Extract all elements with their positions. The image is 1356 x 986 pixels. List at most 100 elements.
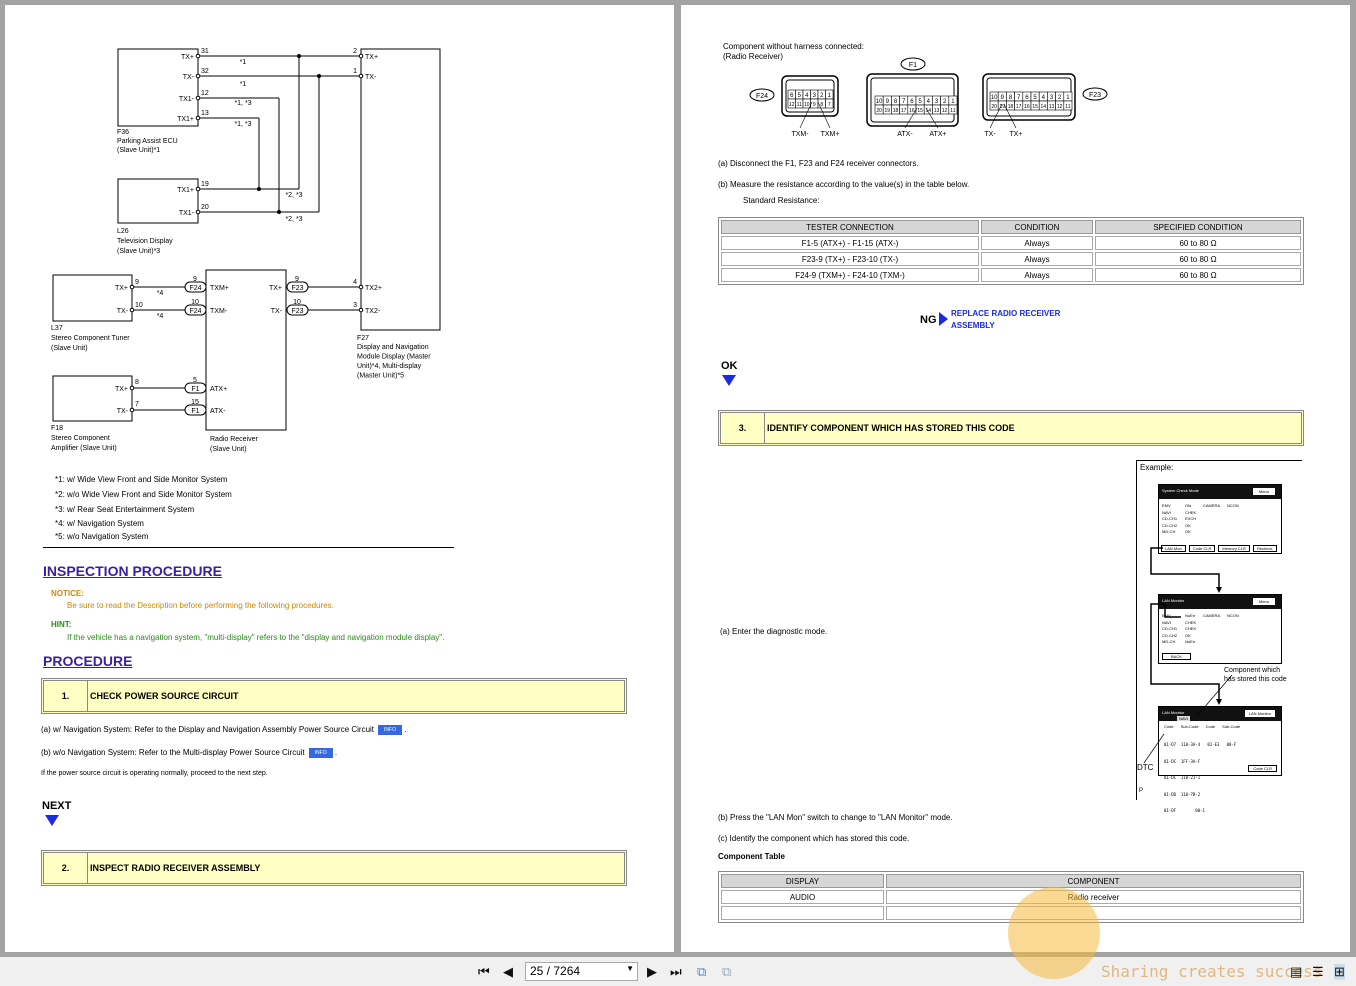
dropdown-icon[interactable]: ▼: [626, 964, 634, 973]
pin-number: 13: [934, 108, 940, 114]
component-unit: Amplifier (Slave Unit): [51, 445, 117, 452]
pin-number: 19: [885, 108, 891, 114]
pin-signal: TX+: [115, 386, 128, 393]
pin-number: 20: [201, 204, 209, 211]
step-1-note: If the power source circuit is operating…: [41, 770, 268, 777]
connector-diagram: 6 5 4 3 2 112 11 10 9 8 7TXM- TXM+F2410 9 8 7 6 5 4 3 2 120 1…: [749, 57, 1108, 138]
page-number-input[interactable]: 25 / 7264 ▼: [525, 962, 638, 981]
pin-number: 15: [191, 399, 199, 406]
footnote: *1: w/ Wide View Front and Side Monitor …: [55, 475, 228, 484]
table-header-row: TESTER CONNECTION CONDITION SPECIFIED CO…: [721, 220, 1301, 234]
cell: Always: [981, 236, 1093, 250]
pin-signal: TX+: [365, 54, 378, 61]
cell: Radio receiver: [886, 890, 1301, 904]
pin-number: 20: [876, 108, 882, 114]
pin-terminal: [195, 95, 201, 101]
pin-number: 12: [942, 108, 948, 114]
pin-number: 10: [191, 299, 199, 306]
component-name: Stereo Component Tuner: [51, 335, 130, 342]
pin-label: TX+: [1009, 131, 1022, 138]
right-arrow-icon: [939, 312, 948, 326]
fit-width-icon[interactable]: ⧉: [722, 964, 731, 980]
pin-number: 13: [201, 110, 209, 117]
pin-number: 7: [135, 401, 139, 408]
component-name: Parking Assist ECU: [117, 138, 178, 145]
pin-terminal: [195, 186, 201, 192]
pin-terminal: [129, 307, 135, 313]
junction-dot: [257, 187, 261, 191]
dtc-row: 01-DF 00-1: [1164, 808, 1205, 813]
connector-label: F1: [191, 386, 199, 393]
info-button[interactable]: INFO: [378, 725, 402, 735]
table-row: F1-5 (ATX+) - F1-15 (ATX-) Always 60 to …: [721, 236, 1301, 250]
left-page: TX+ 31 TX- 32 TX1- 12 TX1+ 13 F36 Parking Assist …: [5, 5, 674, 952]
step-1-header: 1. CHECK POWER SOURCE CIRCUIT: [41, 678, 627, 714]
component-name: (Master Unit)*5: [357, 373, 404, 380]
pin-terminal: [129, 284, 135, 290]
right-page: Component without harness connected: (Ra…: [681, 5, 1350, 952]
replace-radio-receiver-link[interactable]: REPLACE RADIO RECEIVER ASSEMBLY: [951, 308, 1060, 332]
junction-dot: [317, 74, 321, 78]
last-page-button[interactable]: ⏭: [670, 964, 682, 980]
ng-label: NG: [920, 314, 937, 326]
pin-number: 10: [991, 95, 998, 101]
continuous-view-icon[interactable]: ☰: [1312, 964, 1324, 980]
pin-signal: TX-: [117, 308, 129, 315]
step-3-header: 3. IDENTIFY COMPONENT WHICH HAS STORED T…: [718, 410, 1304, 446]
pin-number: 3: [353, 302, 357, 309]
connector-label: F1: [191, 408, 199, 415]
pin-number: 16: [1024, 104, 1030, 110]
wire-note: *2, *3: [285, 216, 302, 223]
two-page-view-icon[interactable]: ⊞: [1334, 964, 1345, 980]
pin-number: 15: [917, 108, 923, 114]
pin-number: 10: [135, 302, 143, 309]
component-unit: (Slave Unit): [51, 345, 88, 352]
connector-label: F1: [909, 62, 917, 69]
next-page-button[interactable]: ▶: [647, 964, 657, 980]
pin-number: 31: [201, 48, 209, 55]
pin-number: 12: [201, 90, 209, 97]
pin-label: TX-: [984, 131, 996, 138]
cell: F24-9 (TXM+) - F24-10 (TXM-): [721, 268, 979, 282]
pin-signal: TX1-: [179, 96, 195, 103]
pin-number: 1: [353, 68, 357, 75]
pin-number: 2: [353, 48, 357, 55]
pin-signal: TXM+: [210, 285, 229, 292]
pin-number: 18: [893, 108, 899, 114]
hint-label: HINT:: [51, 620, 72, 629]
pin-number: 5: [193, 377, 197, 384]
connector-label: F24: [756, 93, 768, 100]
column-header: COMPONENT: [886, 874, 1301, 888]
step-a: (a) Disconnect the F1, F23 and F24 recei…: [718, 159, 919, 168]
step-1-b: (b) w/o Navigation System: Refer to the …: [41, 748, 338, 758]
info-button[interactable]: INFO: [308, 748, 333, 758]
viewer-toolbar: ⏮ ◀ 25 / 7264 ▼ ▶ ⏭ ⧉ ⧉ Sharing creates s…: [0, 887, 1356, 986]
pin-number: 17: [901, 108, 907, 114]
pin-number: 10: [876, 99, 883, 105]
pin-label: TXM-: [791, 131, 809, 138]
column-header: TESTER CONNECTION: [721, 220, 979, 234]
connector-label: F23: [291, 308, 303, 315]
single-page-view-icon[interactable]: ▤: [1290, 964, 1302, 980]
footnote: *4: w/ Navigation System: [55, 519, 144, 528]
pin-signal: TXM-: [210, 308, 228, 315]
radio-receiver-box: [205, 269, 287, 431]
table-row: F23-9 (TX+) - F23-10 (TX-) Always 60 to …: [721, 252, 1301, 266]
pin-number: 12: [789, 102, 795, 108]
fit-page-icon[interactable]: ⧉: [697, 964, 706, 980]
previous-page-button[interactable]: ◀: [503, 964, 513, 980]
component-code: L37: [51, 325, 63, 332]
component-code: F36: [117, 129, 129, 136]
pin-number: 9: [193, 276, 197, 283]
cell: Always: [981, 252, 1093, 266]
component-code: F18: [51, 425, 63, 432]
watermark-logo: [1008, 887, 1100, 979]
pin-number: 9: [295, 276, 299, 283]
table-row: AUDIO Radio receiver: [721, 890, 1301, 904]
step-number: 1.: [44, 681, 88, 711]
cell: F1-5 (ATX+) - F1-15 (ATX-): [721, 236, 979, 250]
first-page-button[interactable]: ⏮: [478, 964, 490, 980]
down-arrow-icon: [45, 815, 59, 826]
hint-text: If the vehicle has a navigation system, …: [67, 633, 445, 642]
pin-number: 8: [135, 379, 139, 386]
